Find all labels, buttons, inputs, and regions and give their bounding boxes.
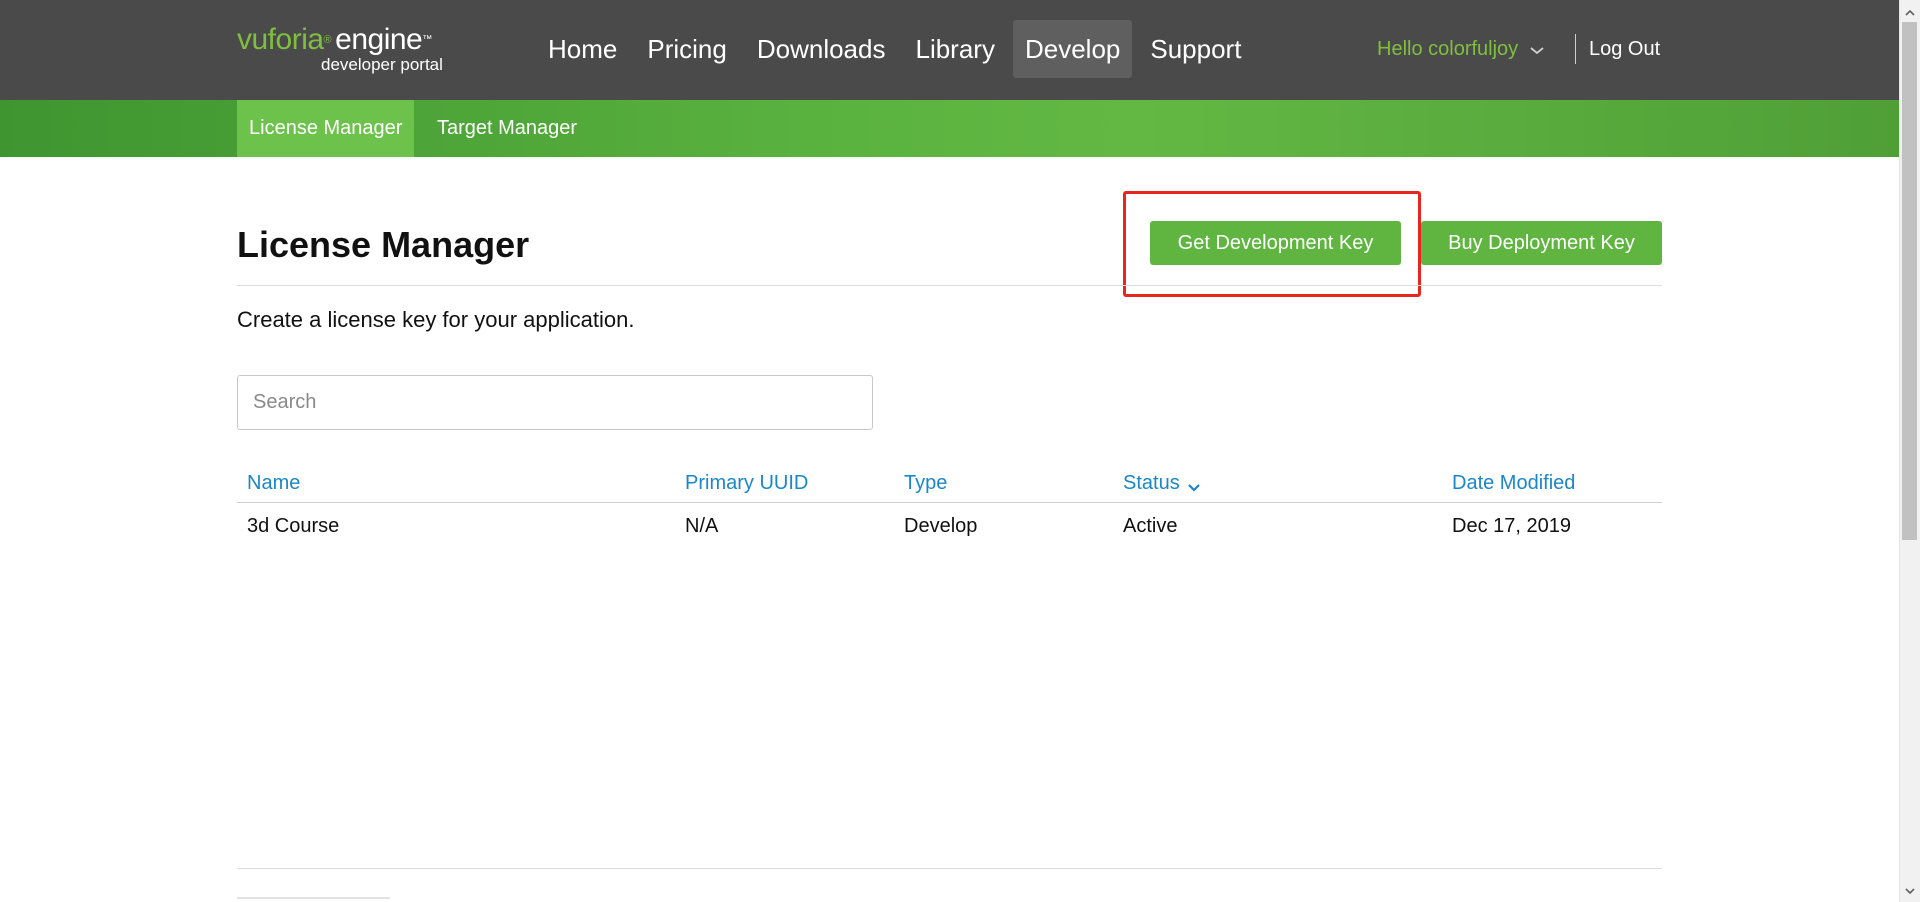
user-menu[interactable]: Hello colorfuljoy: [1377, 36, 1546, 62]
nav-library[interactable]: Library: [903, 20, 1006, 78]
table-row[interactable]: 3d Course N/A Develop Active Dec 17, 201…: [237, 513, 1662, 543]
page-description: Create a license key for your applicatio…: [237, 307, 635, 332]
nav-develop[interactable]: Develop: [1012, 20, 1133, 78]
table-header: Name Primary UUID Type Status Date Modif…: [237, 470, 1662, 503]
column-header-type[interactable]: Type: [904, 470, 947, 496]
header-divider: [1575, 34, 1576, 64]
logo-wordmark: vuforia® engine™: [237, 22, 432, 58]
scroll-up-arrow-icon[interactable]: [1903, 6, 1917, 18]
footer-divider: [237, 868, 1662, 869]
column-header-status-label: Status: [1123, 472, 1180, 494]
column-header-name[interactable]: Name: [247, 470, 300, 496]
footer-partial-element: [237, 897, 390, 899]
scrollbar-thumb[interactable]: [1902, 22, 1917, 540]
nav-downloads[interactable]: Downloads: [745, 20, 898, 78]
sub-navbar: License Manager Target Manager: [0, 100, 1899, 157]
logo-trademark: ™: [422, 34, 432, 45]
chevron-down-icon: [1186, 476, 1202, 492]
logo-registered-mark: ®: [323, 34, 332, 46]
logout-link[interactable]: Log Out: [1589, 36, 1660, 62]
user-greeting: Hello colorfuljoy: [1377, 38, 1519, 60]
column-header-primary-uuid[interactable]: Primary UUID: [685, 470, 808, 496]
title-divider: [237, 285, 1662, 286]
logo-product: engine: [335, 23, 423, 56]
cell-name[interactable]: 3d Course: [247, 513, 339, 539]
main-nav: Home Pricing Downloads Library Develop S…: [536, 20, 1259, 78]
nav-support[interactable]: Support: [1138, 20, 1253, 78]
logo-brand: vuforia: [237, 23, 324, 56]
column-header-date-modified[interactable]: Date Modified: [1452, 470, 1575, 496]
chevron-down-icon: [1528, 40, 1546, 58]
cell-type: Develop: [904, 515, 978, 537]
nav-home[interactable]: Home: [536, 20, 629, 78]
column-header-status[interactable]: Status: [1123, 470, 1202, 496]
subnav-target-manager[interactable]: Target Manager: [425, 100, 589, 157]
cell-status: Active: [1123, 515, 1178, 537]
top-navbar: vuforia® engine™ developer portal Home Pr…: [0, 0, 1899, 100]
logo-subtitle: developer portal: [321, 55, 443, 74]
nav-pricing[interactable]: Pricing: [635, 20, 738, 78]
scroll-down-arrow-icon[interactable]: [1903, 884, 1917, 896]
buy-deployment-key-button[interactable]: Buy Deployment Key: [1421, 221, 1662, 265]
search-input[interactable]: [237, 375, 873, 430]
get-development-key-button[interactable]: Get Development Key: [1150, 221, 1401, 265]
vuforia-logo[interactable]: vuforia® engine™ developer portal: [237, 22, 457, 78]
cell-date-modified: Dec 17, 2019: [1452, 515, 1571, 537]
page-title: License Manager: [237, 224, 530, 265]
cell-primary-uuid: N/A: [685, 515, 719, 537]
subnav-license-manager[interactable]: License Manager: [237, 100, 415, 157]
